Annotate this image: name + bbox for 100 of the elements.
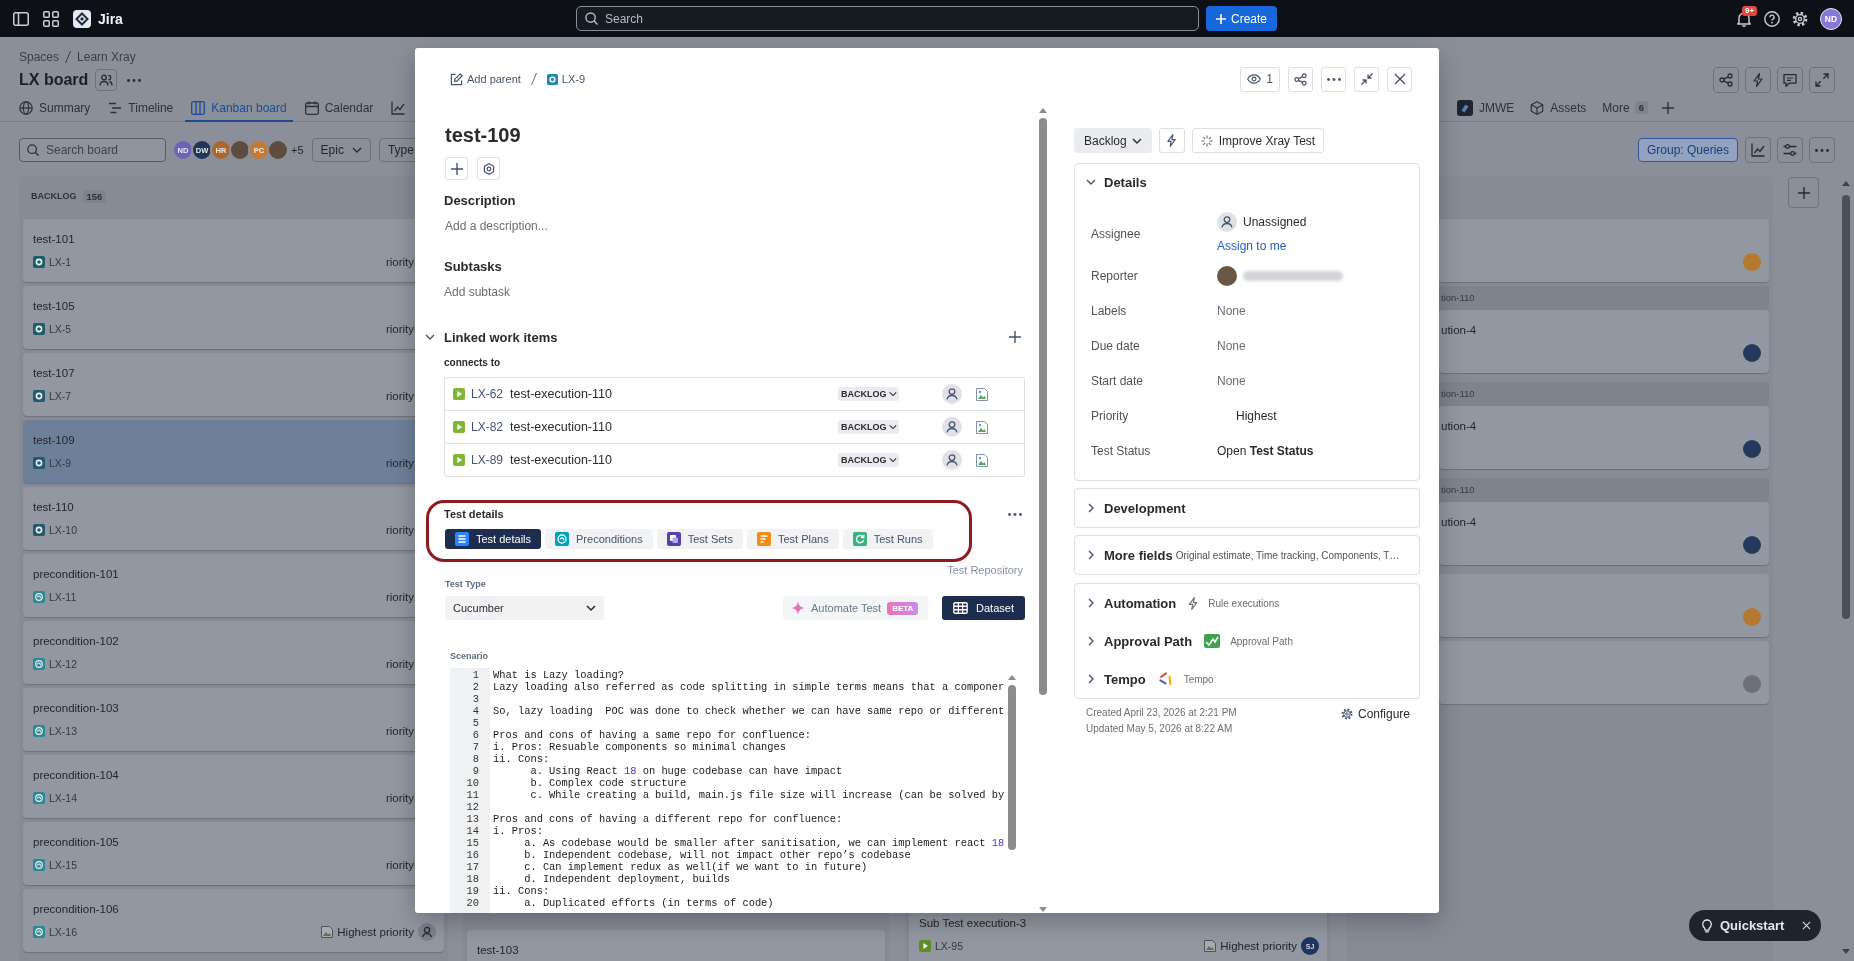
board-tab[interactable]: Calendar <box>298 95 380 122</box>
breadcrumb-link[interactable]: Spaces <box>19 50 60 64</box>
work-item-key-link[interactable]: LX-9 <box>546 73 586 85</box>
create-button[interactable]: Create <box>1206 6 1277 31</box>
share-button[interactable] <box>1713 67 1739 93</box>
close-button[interactable] <box>1802 921 1811 930</box>
field-value[interactable]: Unassigned <box>1243 215 1307 229</box>
field-label: Test Type <box>444 578 487 591</box>
board-tab[interactable]: More 6 <box>1596 95 1654 122</box>
parent-group-header[interactable]: tion-110 <box>1439 478 1769 502</box>
add-parent-button[interactable]: Add parent <box>450 69 521 89</box>
work-item-card[interactable]: ution-4 <box>1439 406 1769 469</box>
app-section-toggle[interactable]: Tempo Tempo <box>1075 660 1419 698</box>
dataset-button[interactable]: Dataset <box>942 596 1025 620</box>
insights-button[interactable] <box>1745 137 1771 163</box>
work-item-card[interactable]: ution-4 <box>1439 310 1769 373</box>
more-button[interactable] <box>1809 137 1835 163</box>
work-item-key: LX-5 <box>49 323 72 335</box>
quickstart-button[interactable]: Quickstart <box>1702 918 1785 933</box>
scrollbar-thumb[interactable] <box>1039 118 1047 695</box>
execution-type-icon <box>919 940 931 952</box>
execution-type-icon <box>453 388 465 400</box>
apps-button[interactable] <box>477 157 500 180</box>
description-field[interactable]: Add a description... <box>444 216 645 236</box>
expand-button[interactable] <box>1809 67 1835 93</box>
watch-button[interactable]: 1 <box>1240 66 1280 92</box>
add-button[interactable] <box>445 157 468 180</box>
view-settings-button[interactable] <box>1777 137 1803 163</box>
tab[interactable]: Preconditions <box>545 529 653 549</box>
linked-item-row[interactable]: LX-82 test-execution-110 BACKLOG <box>445 410 1024 443</box>
unassigned-avatar-icon <box>942 417 962 437</box>
product-home-link[interactable]: Jira <box>73 9 123 28</box>
board-tab[interactable]: JMWE <box>1451 95 1521 122</box>
linked-item-row[interactable]: LX-89 test-execution-110 BACKLOG <box>445 443 1024 476</box>
status-dropdown[interactable]: BACKLOG <box>838 453 899 467</box>
scrollbar-thumb[interactable] <box>1008 685 1016 850</box>
minimize-button[interactable] <box>1354 66 1379 92</box>
collapsible-section[interactable]: Development <box>1074 488 1420 528</box>
settings-icon[interactable] <box>1792 10 1808 27</box>
board-tab[interactable]: Timeline <box>102 95 180 122</box>
work-item-card[interactable]: ution-4 <box>1439 502 1769 565</box>
app-section-toggle[interactable]: Automation Rule executions <box>1075 584 1419 622</box>
more-icon <box>1008 512 1022 516</box>
tab[interactable]: Test details <box>445 529 542 549</box>
details-toggle[interactable]: Details <box>1075 164 1419 200</box>
test-repository-link[interactable]: Test Repository <box>947 563 1023 577</box>
collapsible-section[interactable]: More fields Original estimate, Time tracking, Components, T… <box>1074 535 1420 575</box>
status-dropdown[interactable]: BACKLOG <box>838 420 899 434</box>
add-subtask-button[interactable]: Add subtask <box>444 282 511 302</box>
add-column-button[interactable] <box>1788 177 1819 208</box>
breadcrumb-link[interactable]: Learn Xray <box>77 50 136 64</box>
field-value[interactable]: None <box>1217 303 1246 318</box>
chevron-icon[interactable] <box>425 332 435 342</box>
field-value[interactable]: None <box>1217 373 1246 388</box>
scrollbar-thumb[interactable] <box>1842 195 1850 619</box>
field-value[interactable]: Highest <box>1236 408 1277 423</box>
scroll-up-arrow-icon[interactable] <box>1008 675 1016 680</box>
work-item-card[interactable]: test-103 <box>467 930 885 961</box>
chart-icon[interactable] <box>391 101 406 115</box>
apps-grid-icon[interactable] <box>43 10 59 27</box>
board-tab[interactable]: Kanban board <box>185 95 293 122</box>
configure-button[interactable]: Configure <box>1340 705 1410 723</box>
close-button[interactable] <box>1387 66 1412 92</box>
field-value[interactable]: Open Test Status <box>1217 443 1314 458</box>
notification-bell-icon[interactable] <box>1736 10 1752 27</box>
tab[interactable]: Test Sets <box>656 529 743 549</box>
board-tab[interactable]: Assets <box>1524 95 1593 122</box>
user-avatar[interactable]: ND <box>1820 7 1842 30</box>
scroll-up-arrow-icon[interactable] <box>1842 181 1850 186</box>
feedback-button[interactable] <box>1777 67 1803 93</box>
scroll-down-arrow-icon[interactable] <box>1039 907 1047 912</box>
status-dropdown[interactable]: Backlog <box>1074 128 1152 153</box>
scroll-up-arrow-icon[interactable] <box>1039 108 1047 113</box>
assign-to-me-link[interactable]: Assign to me <box>1217 234 1287 258</box>
precondition-type-icon <box>33 725 45 737</box>
team-button[interactable] <box>95 69 118 91</box>
status-dropdown[interactable]: BACKLOG <box>838 387 899 401</box>
search-field[interactable]: Search <box>576 6 1199 31</box>
updated-date: Updated May 5, 2026 at 8:22 AM <box>1086 722 1234 736</box>
automation-button[interactable] <box>1745 67 1771 93</box>
scroll-down-arrow-icon[interactable] <box>1842 949 1850 954</box>
work-item-card[interactable]: precondition-106 LX-16 Highest priority <box>23 889 444 952</box>
board-search-field[interactable]: Search board <box>19 138 166 162</box>
help-icon[interactable] <box>1764 10 1780 27</box>
improve-test-button[interactable]: Improve Xray Test <box>1191 128 1325 153</box>
parent-group-header[interactable]: tion-110 <box>1439 382 1769 406</box>
linked-item-row[interactable]: LX-62 test-execution-110 BACKLOG <box>445 378 1024 410</box>
more-people-count[interactable]: +5 <box>291 144 304 156</box>
parent-group-header[interactable]: tion-110 <box>1439 286 1769 310</box>
sidebar-toggle-icon[interactable] <box>13 10 29 27</box>
filter-dropdown[interactable]: Epic <box>311 138 371 162</box>
field-value[interactable]: None <box>1217 338 1246 353</box>
group-by-button[interactable]: Group: Queries <box>1637 138 1738 162</box>
board-tab[interactable]: Summary <box>13 95 97 122</box>
scenario-editor[interactable] <box>450 668 1017 913</box>
tab[interactable]: Test Plans <box>746 529 839 549</box>
test-type-select[interactable]: Cucumber <box>445 596 604 620</box>
tab[interactable]: Test Runs <box>842 529 933 549</box>
app-section-toggle[interactable]: Approval Path Approval Path <box>1075 622 1419 660</box>
automate-test-button[interactable]: Automate Test BETA <box>783 596 928 620</box>
